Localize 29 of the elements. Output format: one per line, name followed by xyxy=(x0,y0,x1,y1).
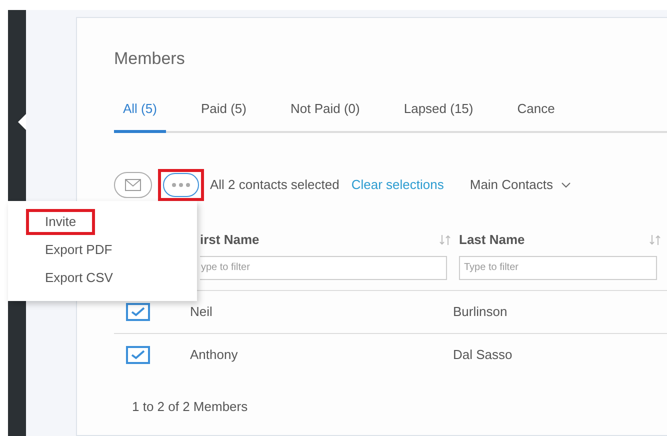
filter-tab[interactable]: Lapsed (15) xyxy=(394,98,482,133)
filter-tab[interactable]: Paid (5) xyxy=(192,98,256,133)
filter-field[interactable]: Type to filter xyxy=(459,256,657,280)
pagination-summary: 1 to 2 of 2 Members xyxy=(132,398,249,416)
view-dropdown[interactable]: Main Contacts xyxy=(470,175,571,195)
filter-tab[interactable]: Cance xyxy=(508,98,564,133)
sort-icon[interactable] xyxy=(439,234,451,245)
more-button[interactable] xyxy=(158,169,204,201)
menu-item[interactable]: Export CSV xyxy=(26,265,132,291)
menu-item[interactable]: Export PDF xyxy=(26,237,132,263)
row-checkbox[interactable] xyxy=(126,302,150,320)
dots-icon xyxy=(172,183,190,187)
filter-tab[interactable]: All (5) xyxy=(114,98,166,133)
sort-icon[interactable] xyxy=(649,234,661,245)
table-cell-text: Dal Sasso xyxy=(453,346,512,364)
row-checkbox[interactable] xyxy=(126,346,150,364)
column-header[interactable]: irst Name xyxy=(200,230,260,250)
filter-tab[interactable]: Not Paid (0) xyxy=(281,98,369,133)
envelope-icon xyxy=(125,179,141,191)
page-title: Members xyxy=(114,48,186,70)
checkmark-icon xyxy=(131,306,145,316)
chevron-down-icon xyxy=(560,182,571,188)
menu-item[interactable]: Invite xyxy=(26,209,96,235)
checkmark-icon xyxy=(131,350,145,360)
table-cell-text: Burlinson xyxy=(453,302,508,321)
column-header[interactable]: Last Name xyxy=(459,230,525,250)
filter-field[interactable]: ype to filter xyxy=(200,256,447,280)
email-button[interactable] xyxy=(114,172,152,198)
selection-count: All 2 contacts selected xyxy=(210,176,340,194)
